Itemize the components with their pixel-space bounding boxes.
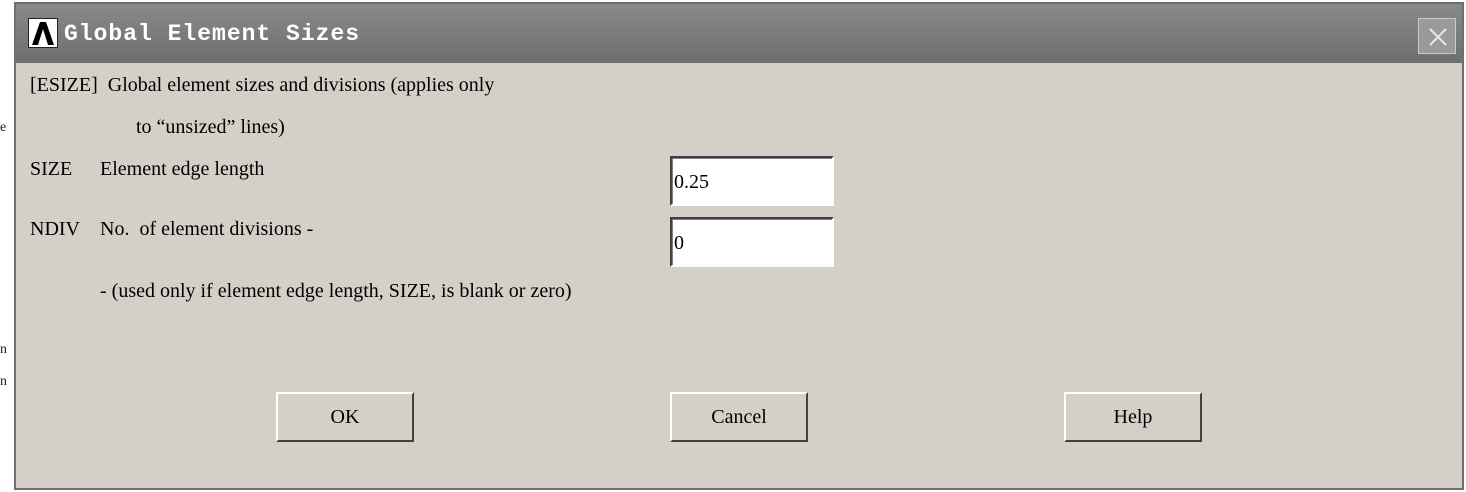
size-label: Element edge length [100, 158, 265, 180]
close-icon [1429, 28, 1447, 46]
background-text-fragment: n [0, 342, 7, 357]
description-line-2: to “unsized” lines) [136, 116, 285, 138]
ndiv-label: No. of element divisions - [100, 218, 314, 240]
element-divisions-input[interactable] [670, 217, 834, 267]
screen: e n n Global Element Sizes [ESIZE] Globa… [0, 0, 1466, 492]
background-text-fragment: e [0, 120, 7, 135]
ansys-logo-icon [28, 18, 58, 48]
background-text-fragment: n [0, 374, 7, 389]
dialog-title: Global Element Sizes [64, 21, 361, 47]
size-key: SIZE [30, 158, 73, 180]
ndiv-key: NDIV [30, 218, 80, 240]
ndiv-note: - (used only if element edge length, SIZ… [100, 280, 572, 302]
element-edge-length-input[interactable] [670, 156, 834, 206]
title-bar[interactable]: Global Element Sizes [16, 4, 1462, 63]
help-button[interactable]: Help [1064, 392, 1202, 442]
close-button[interactable] [1418, 18, 1456, 54]
description-line-1: [ESIZE] Global element sizes and divisio… [30, 74, 495, 96]
cancel-button[interactable]: Cancel [670, 392, 808, 442]
global-element-sizes-dialog: Global Element Sizes [ESIZE] Global elem… [14, 2, 1464, 490]
ok-button[interactable]: OK [276, 392, 414, 442]
